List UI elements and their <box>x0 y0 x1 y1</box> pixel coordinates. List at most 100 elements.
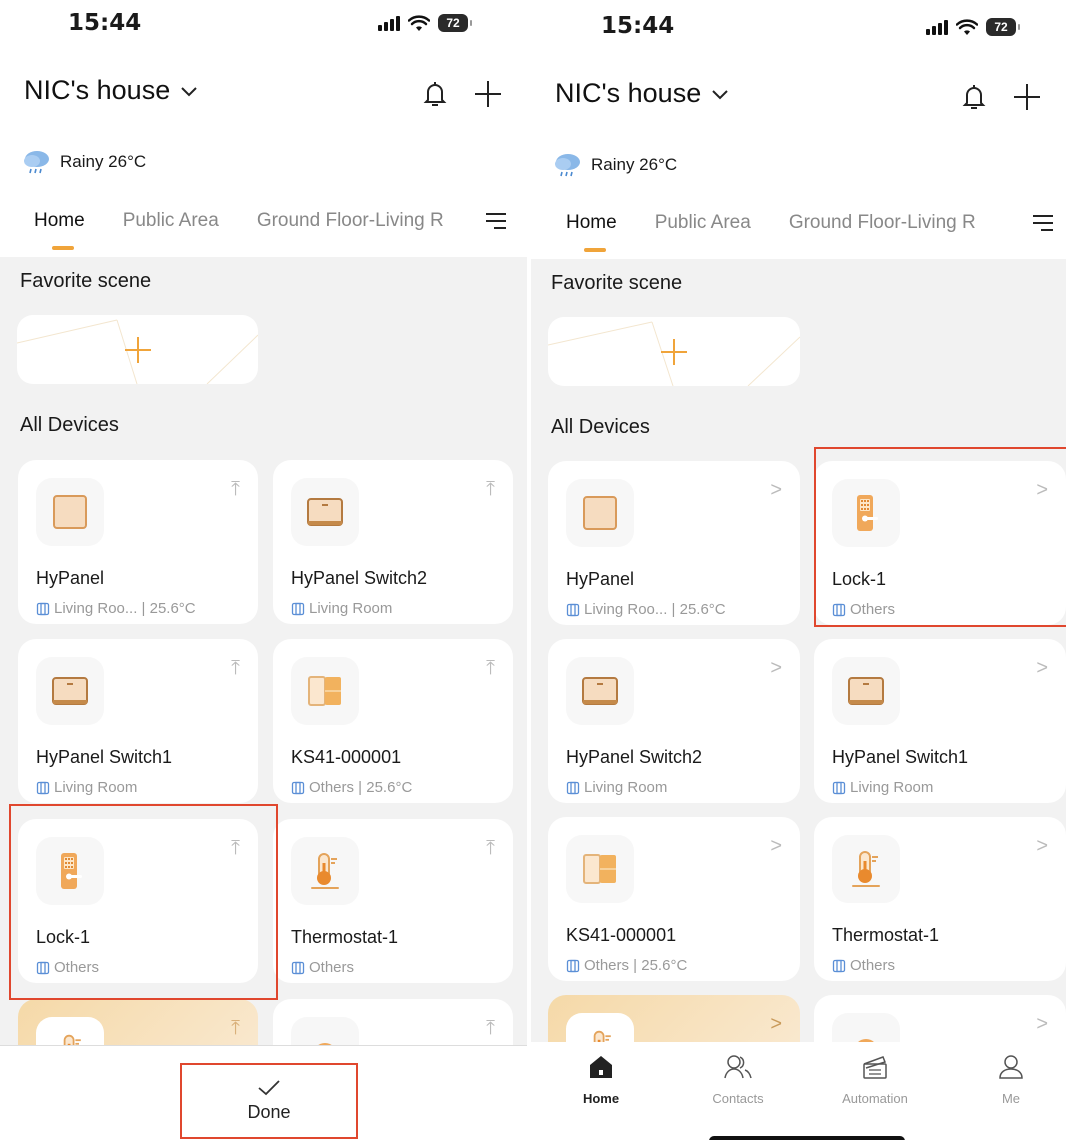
chevron-right-icon[interactable]: > <box>770 835 782 858</box>
pin-to-top-icon[interactable]: ⤒ <box>486 657 495 680</box>
signal-icon <box>378 15 400 31</box>
device-card[interactable]: > HyPanel Living Roo... | 25.6°C <box>548 461 800 625</box>
lock-icon <box>36 837 104 905</box>
device-card[interactable]: > Lock-1 Others <box>814 461 1066 625</box>
add-icon[interactable] <box>1012 82 1042 112</box>
room-tabs: Home Public Area Ground Floor-Living R <box>566 212 1054 256</box>
chevron-right-icon[interactable]: > <box>1036 479 1048 502</box>
rain-cloud-icon <box>24 151 49 174</box>
tab-ground-floor[interactable]: Ground Floor-Living R <box>257 210 444 232</box>
room-icon <box>36 781 50 795</box>
device-location: Others <box>291 959 354 976</box>
status-icons: 72 <box>926 18 1020 36</box>
device-sub: Living Room <box>584 779 668 796</box>
tabbar-me[interactable]: Me <box>966 1054 1056 1106</box>
device-sub: Others <box>309 959 355 976</box>
weather-text: Rainy 26°C <box>60 152 147 171</box>
pin-to-top-icon[interactable]: ⤒ <box>231 1017 240 1040</box>
device-location: Others | 25.6°C <box>291 779 412 796</box>
device-card[interactable]: > Thermostat-1 Others <box>814 817 1066 981</box>
device-card[interactable]: ⤒ KS41-000001 Others | 25.6°C <box>273 639 513 803</box>
chevron-down-icon <box>181 86 197 96</box>
chevron-right-icon[interactable]: > <box>1036 1013 1048 1036</box>
done-button[interactable]: Done <box>180 1063 358 1139</box>
house-name: NIC's house <box>24 75 171 105</box>
tab-public-area[interactable]: Public Area <box>655 212 751 234</box>
tabbar-label: Contacts <box>712 1091 764 1106</box>
chevron-right-icon[interactable]: > <box>770 1013 782 1036</box>
device-location: Others <box>832 601 895 618</box>
device-sub: Living Room <box>54 779 138 796</box>
panel-icon <box>566 479 634 547</box>
tabbar-automation[interactable]: Automation <box>830 1054 920 1106</box>
device-card[interactable]: ⤒ Lock-1 Others <box>18 819 258 983</box>
house-selector[interactable]: NIC's house <box>24 75 198 106</box>
device-location: Living Room <box>291 600 392 617</box>
device-card[interactable]: ⤒ HyPanel Switch2 Living Room <box>273 460 513 624</box>
right-screen: 15:44 72 NIC's house Rainy 26°C Home Pub… <box>531 0 1066 1140</box>
device-sub: Others <box>850 957 896 974</box>
pin-to-top-icon[interactable]: ⤒ <box>231 478 240 501</box>
device-card[interactable]: > HyPanel Switch1 Living Room <box>814 639 1066 803</box>
room-icon <box>566 959 580 973</box>
switch-icon <box>832 657 900 725</box>
add-icon <box>125 337 151 363</box>
thermostat-icon <box>291 837 359 905</box>
device-card[interactable]: > KS41-000001 Others | 25.6°C <box>548 817 800 981</box>
pin-to-top-icon[interactable]: ⤒ <box>486 837 495 860</box>
device-location: Others <box>832 957 895 974</box>
menu-icon[interactable] <box>485 212 507 230</box>
switch-icon <box>566 657 634 725</box>
tab-public-area[interactable]: Public Area <box>123 210 219 232</box>
pin-to-top-icon[interactable]: ⤒ <box>486 478 495 501</box>
room-icon <box>291 961 305 975</box>
device-name: KS41-000001 <box>291 747 402 767</box>
thermostat-icon <box>832 835 900 903</box>
tabbar-contacts[interactable]: Contacts <box>693 1054 783 1106</box>
status-time: 15:44 <box>68 10 142 36</box>
chevron-right-icon[interactable]: > <box>1036 835 1048 858</box>
bottom-tab-bar: Home Contacts Automation Me <box>531 1042 1066 1140</box>
menu-icon[interactable] <box>1032 214 1054 232</box>
chevron-right-icon[interactable]: > <box>770 479 782 502</box>
device-location: Living Room <box>832 779 933 796</box>
all-devices-title: All Devices <box>551 416 650 438</box>
device-location: Living Room <box>566 779 667 796</box>
battery-icon: 72 <box>438 14 472 32</box>
pin-to-top-icon[interactable]: ⤒ <box>231 657 240 680</box>
all-devices-title: All Devices <box>20 414 119 436</box>
tab-home[interactable]: Home <box>34 210 85 250</box>
tab-ground-floor[interactable]: Ground Floor-Living R <box>789 212 976 234</box>
house-selector[interactable]: NIC's house <box>555 78 729 109</box>
tabbar-home[interactable]: Home <box>556 1054 646 1106</box>
left-screen: 15:44 72 NIC's house Rainy 26°C Home Pub… <box>0 0 527 1140</box>
tab-home[interactable]: Home <box>566 212 617 252</box>
chevron-right-icon[interactable]: > <box>770 657 782 680</box>
checkmark-icon <box>258 1079 280 1095</box>
bell-icon[interactable] <box>962 83 986 111</box>
status-icons: 72 <box>378 14 472 32</box>
device-sub: Others | 25.6°C <box>584 957 688 974</box>
add-scene-card[interactable] <box>548 317 800 386</box>
pin-to-top-icon[interactable]: ⤒ <box>231 837 240 860</box>
main-content: Favorite scene All Devices ⤒ HyPanel Liv… <box>0 257 527 1140</box>
chevron-right-icon[interactable]: > <box>1036 657 1048 680</box>
device-card[interactable]: > HyPanel Switch2 Living Room <box>548 639 800 803</box>
device-sub: Living Room <box>309 600 393 617</box>
device-card[interactable]: ⤒ HyPanel Living Roo... | 25.6°C <box>18 460 258 624</box>
home-icon <box>590 1056 612 1078</box>
device-card[interactable]: ⤒ Thermostat-1 Others <box>273 819 513 983</box>
device-name: HyPanel Switch1 <box>832 747 969 767</box>
device-card[interactable]: ⤒ HyPanel Switch1 Living Room <box>18 639 258 803</box>
device-location: Living Roo... | 25.6°C <box>36 600 196 617</box>
tabbar-label: Me <box>1001 1091 1021 1106</box>
device-name: HyPanel <box>36 568 105 588</box>
device-name: HyPanel Switch1 <box>36 747 173 767</box>
clapperboard-icon <box>863 1056 887 1079</box>
pin-to-top-icon[interactable]: ⤒ <box>486 1017 495 1040</box>
device-sub: Others | 25.6°C <box>309 779 413 796</box>
add-icon[interactable] <box>473 79 503 109</box>
bell-icon[interactable] <box>423 80 447 108</box>
add-scene-card[interactable] <box>17 315 258 384</box>
device-sub: Others <box>54 959 100 976</box>
